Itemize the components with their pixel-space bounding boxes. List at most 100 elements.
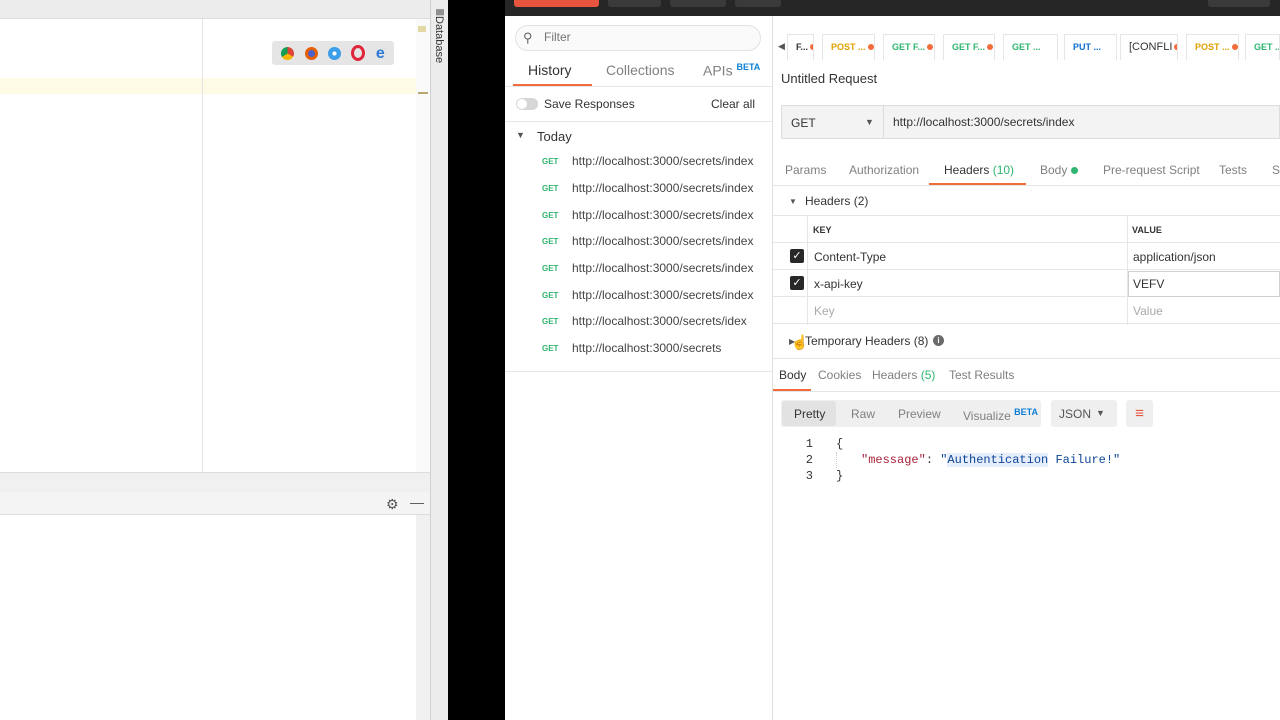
tab-response-body[interactable]: Body (779, 368, 806, 382)
request-tab[interactable]: POST ... (1186, 34, 1239, 60)
request-tab[interactable]: GET F... (943, 34, 995, 60)
format-select-value: JSON (1059, 407, 1092, 421)
header-value[interactable]: application/json (1133, 250, 1216, 264)
tab-headers-count: (10) (992, 163, 1015, 177)
line-number: 2 (805, 453, 813, 467)
json-string: Failure!" (1048, 453, 1121, 467)
unsaved-dot (867, 44, 874, 50)
tab-collections[interactable]: Collections (606, 62, 674, 78)
tab-tests[interactable]: Tests (1219, 163, 1247, 177)
ide-pane-divider[interactable] (202, 19, 203, 472)
method-badge: GET (542, 211, 559, 220)
method-badge: GET (542, 317, 559, 326)
tab-headers[interactable]: Headers (10) (944, 163, 1014, 177)
history-url: http://localhost:3000/secrets/index (572, 181, 754, 195)
column-divider (807, 215, 808, 325)
request-tab[interactable]: GET F... (883, 34, 935, 60)
header-value: VEFV (1133, 277, 1165, 291)
history-item[interactable]: GET http://localhost:3000/secrets/index (505, 149, 772, 175)
tab-apis-label: APIs (703, 62, 733, 79)
minimize-icon[interactable]: — (410, 494, 424, 510)
view-preview-button[interactable]: Preview (898, 407, 941, 421)
headers-section-title[interactable]: Headers (2) (805, 194, 868, 208)
gear-icon[interactable]: ⚙ (386, 496, 399, 513)
history-item[interactable]: GET http://localhost:3000/secrets/index (505, 176, 772, 202)
tab-history[interactable]: History (528, 62, 572, 78)
request-tab-label: [CONFLI (1129, 41, 1173, 53)
request-tab[interactable]: F... (787, 34, 814, 60)
header-key[interactable]: Content-Type (814, 250, 886, 264)
ide-panel-separator[interactable] (0, 472, 430, 493)
caret-down-icon[interactable]: ▼ (516, 130, 525, 140)
workspace-button[interactable] (1208, 0, 1270, 7)
search-highlight: Authentication (947, 453, 1049, 467)
unsaved-dot (1174, 44, 1177, 50)
filter-input[interactable] (544, 30, 754, 44)
info-icon[interactable]: i (933, 335, 944, 346)
history-item[interactable]: GET http://localhost:3000/secrets/index (505, 203, 772, 229)
url-input[interactable] (893, 115, 1273, 129)
request-title[interactable]: Untitled Request (781, 71, 877, 86)
request-tab[interactable]: [CONFLI (1120, 34, 1178, 60)
tab-headers-label: Headers (944, 163, 990, 177)
history-item[interactable]: GET http://localhost:3000/secrets (505, 336, 772, 362)
checkbox-checked-icon[interactable]: ✓ (790, 249, 804, 263)
new-button[interactable] (514, 0, 599, 7)
request-tab[interactable]: PUT ... (1064, 34, 1117, 60)
temporary-headers-toggle[interactable]: Temporary Headers (8) (805, 334, 928, 348)
history-item[interactable]: GET http://localhost:3000/secrets/index (505, 229, 772, 255)
tab-params[interactable]: Params (785, 163, 826, 177)
view-visualize-button[interactable]: Visualize BETA (963, 407, 1038, 423)
history-item[interactable]: GET http://localhost:3000/secrets/idex (505, 309, 772, 335)
request-tab-label: GET F... (892, 42, 926, 52)
request-tab[interactable]: GET ... (1245, 34, 1280, 60)
checkbox-checked-icon[interactable]: ✓ (790, 276, 804, 290)
database-tab[interactable]: ≣ Database (430, 8, 448, 63)
value-placeholder[interactable]: Value (1133, 304, 1163, 318)
opera-icon[interactable] (351, 45, 366, 61)
header-key[interactable]: x-api-key (814, 277, 863, 291)
tab-pre-request-script[interactable]: Pre-request Script (1103, 163, 1200, 177)
tab-authorization[interactable]: Authorization (849, 163, 919, 177)
safari-icon[interactable] (328, 46, 342, 60)
search-icon: ⚲ (523, 30, 533, 45)
indent-guide (836, 452, 838, 468)
history-item[interactable]: GET http://localhost:3000/secrets/index (505, 283, 772, 309)
method-badge: GET (542, 264, 559, 273)
view-pretty-button[interactable]: Pretty (794, 407, 825, 421)
tabs-scroll-left-icon[interactable]: ◀ (778, 41, 785, 52)
header-row[interactable]: ✓ Content-Type application/json (773, 243, 1280, 270)
chrome-icon[interactable] (281, 46, 295, 60)
ide-editor-scrollbar[interactable] (416, 19, 430, 472)
edge-icon[interactable]: e (376, 45, 385, 61)
history-url: http://localhost:3000/secrets/index (572, 234, 754, 248)
divider (505, 371, 772, 372)
tab-response-headers[interactable]: Headers (5) (872, 368, 935, 382)
tab-cookies[interactable]: Cookies (818, 368, 861, 382)
request-tab[interactable]: GET ... (1003, 34, 1058, 60)
status-dot (1070, 167, 1078, 174)
view-raw-button[interactable]: Raw (851, 407, 875, 421)
ide-tool-window-header (0, 492, 430, 515)
history-item[interactable]: GET http://localhost:3000/secrets/index (505, 256, 772, 282)
tab-settings[interactable]: S (1272, 163, 1280, 177)
firefox-icon[interactable] (304, 46, 318, 60)
headers-table-header (773, 215, 1280, 243)
ide-tool-window-scrollbar[interactable] (416, 515, 430, 720)
unsaved-dot (987, 44, 994, 50)
header-row-empty[interactable]: Key Value (773, 297, 1280, 324)
history-group-today[interactable]: Today (537, 129, 572, 144)
key-placeholder[interactable]: Key (814, 304, 835, 318)
caret-down-icon[interactable]: ▼ (789, 197, 797, 206)
import-button[interactable] (608, 0, 661, 7)
request-tab[interactable]: POST ... (822, 34, 875, 60)
tab-apis[interactable]: APIs BETA (703, 62, 760, 79)
runner-button[interactable] (670, 0, 726, 7)
history-url: http://localhost:3000/secrets/idex (572, 314, 747, 328)
clear-all-button[interactable]: Clear all (711, 97, 755, 111)
new-window-button[interactable] (735, 0, 781, 7)
chevron-down-icon: ▼ (865, 117, 874, 127)
tab-body[interactable]: Body (1040, 163, 1078, 177)
wrap-lines-icon[interactable]: ≡ (1126, 400, 1153, 427)
tab-test-results[interactable]: Test Results (949, 368, 1014, 382)
